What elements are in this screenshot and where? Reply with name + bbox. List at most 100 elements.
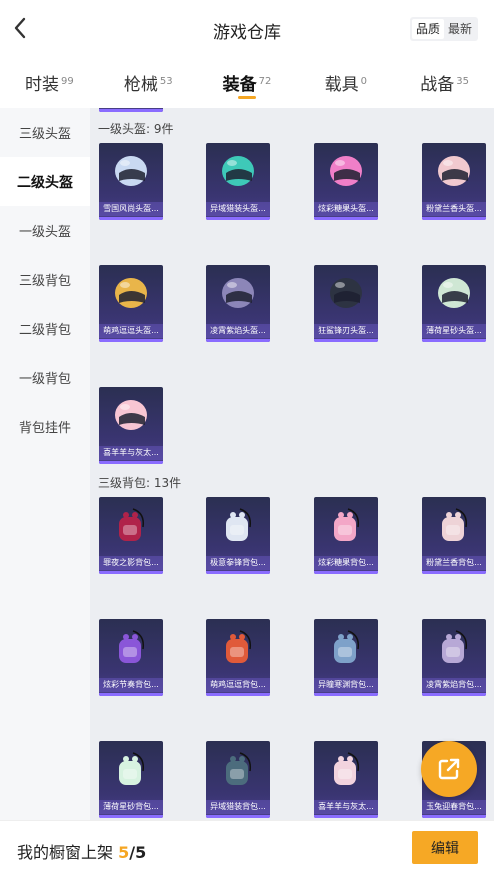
card-rarity-bar [314, 693, 378, 696]
item-name: 雪国风尚头盔... [99, 202, 163, 216]
item-card[interactable]: 凌霄紫焰头盔... [206, 265, 270, 342]
card-rarity-bar [206, 339, 270, 342]
card-rarity-bar [99, 693, 163, 696]
card-rarity-bar [99, 217, 163, 220]
card-rarity-bar [99, 461, 163, 464]
item-name: 玉兔迎春背包... [422, 800, 486, 814]
item-name: 薄荷星砂头盔... [422, 324, 486, 338]
sort-option-quality[interactable]: 品质 [411, 19, 444, 39]
item-name: 粉黛兰香头盔... [422, 202, 486, 216]
helmet-icon [222, 156, 254, 186]
helmet-icon [438, 156, 470, 186]
category-tabs: 时装 99 枪械 53 装备 72 载具 0 战备 35 [0, 60, 494, 106]
item-name: 异瞳寒渊背包... [314, 678, 378, 692]
sort-toggle: 品质 最新 [409, 17, 478, 41]
tab-label: 枪械 [123, 75, 158, 95]
card-rarity-bar [422, 339, 486, 342]
backpack-icon [334, 508, 360, 541]
item-name: 凌霄紫焰头盔... [206, 324, 270, 338]
backpack-icon [226, 508, 252, 541]
item-card[interactable]: 萌鸡逗逗背包... [206, 619, 270, 696]
item-name: 粉黛兰香背包... [422, 556, 486, 570]
card-rarity-bar [206, 693, 270, 696]
backpack-icon [334, 752, 360, 785]
item-card[interactable]: 喜羊羊与灰太... [314, 741, 378, 818]
card-rarity-bar [422, 571, 486, 574]
tab-label: 战备 [420, 75, 455, 95]
sidebar-item-level3-helmet[interactable]: 三级头盔 [0, 108, 90, 157]
item-name: 极意拳锋背包... [206, 556, 270, 570]
item-name: 炫彩节奏背包... [99, 678, 163, 692]
backpack-icon [119, 508, 145, 541]
tab-weapons[interactable]: 枪械 53 [99, 60, 198, 106]
card-rarity-bar [206, 815, 270, 818]
item-card[interactable]: 狂鲨锋刃头盔... [314, 265, 378, 342]
tab-count: 72 [258, 75, 272, 87]
sidebar-item-level1-helmet[interactable]: 一级头盔 [0, 206, 90, 255]
share-button[interactable] [421, 741, 477, 797]
card-rarity-bar [422, 217, 486, 220]
header: 游戏仓库 品质 最新 [0, 0, 494, 58]
backpack-icon [119, 752, 145, 785]
showcase-status: 我的橱窗上架 5/5 [17, 839, 146, 863]
sidebar-item-level3-backpack[interactable]: 三级背包 [0, 255, 90, 304]
item-card[interactable]: 雪国风尚头盔... [99, 143, 163, 220]
active-tab-indicator [237, 96, 256, 99]
item-card[interactable]: 炫彩糖果头盔... [314, 143, 378, 220]
helmet-icon [330, 278, 362, 308]
item-card[interactable]: 萌鸡逗逗头盔... [99, 265, 163, 342]
share-external-icon [438, 758, 460, 780]
backpack-icon [334, 630, 360, 663]
edit-button[interactable]: 编辑 [412, 831, 478, 864]
card-rarity-bar [99, 109, 163, 112]
item-name: 异域猎装头盔... [206, 202, 270, 216]
tab-vehicles[interactable]: 载具 0 [296, 60, 395, 106]
sidebar-item-level1-backpack[interactable]: 一级背包 [0, 353, 90, 402]
card-rarity-bar [314, 339, 378, 342]
tab-fashion[interactable]: 时装 99 [0, 60, 99, 106]
card-rarity-bar [314, 815, 378, 818]
backpack-icon [226, 752, 252, 785]
item-name: 罪夜之影背包... [99, 556, 163, 570]
item-card[interactable]: 炫彩糖果背包... [314, 497, 378, 574]
item-name: 喜羊羊与灰太... [314, 800, 378, 814]
helmet-icon [222, 278, 254, 308]
sidebar-item-level2-helmet[interactable]: 二级头盔 [0, 157, 90, 206]
card-rarity-bar [99, 571, 163, 574]
item-grid: 一级头盔: 9件 雪国风尚头盔... 异域猎装头盔... 炫彩糖果头盔... 粉黛兰香… [90, 108, 494, 820]
item-name: 萌鸡逗逗头盔... [99, 324, 163, 338]
showcase-label: 我的橱窗上架 [17, 843, 114, 862]
tab-label: 时装 [25, 75, 60, 95]
tab-equipment[interactable]: 装备 72 [198, 60, 297, 106]
sidebar-item-backpack-charm[interactable]: 背包挂件 [0, 402, 90, 451]
sidebar-item-level2-backpack[interactable]: 二级背包 [0, 304, 90, 353]
item-name: 薄荷星砂背包... [99, 800, 163, 814]
backpack-icon [442, 508, 468, 541]
item-card[interactable]: 异域猎装背包... [206, 741, 270, 818]
tab-count: 35 [456, 75, 469, 87]
item-card[interactable]: 粉黛兰香头盔... [422, 143, 486, 220]
item-card[interactable]: 凌霄紫焰背包... [422, 619, 486, 696]
tab-label: 载具 [324, 75, 359, 95]
item-card[interactable]: 薄荷星砂背包... [99, 741, 163, 818]
card-rarity-bar [314, 571, 378, 574]
helmet-icon [115, 278, 147, 308]
item-card[interactable]: 薄荷星砂头盔... [422, 265, 486, 342]
item-card[interactable]: 罪夜之影背包... [99, 497, 163, 574]
item-card[interactable]: 喜羊羊与灰太... [99, 387, 163, 464]
item-card[interactable]: 极意拳锋背包... [206, 497, 270, 574]
item-card[interactable]: 异域猎装头盔... [206, 143, 270, 220]
item-name: 异域猎装背包... [206, 800, 270, 814]
item-card-partial[interactable] [99, 108, 163, 112]
tab-label: 装备 [222, 75, 257, 95]
tab-count: 53 [159, 75, 173, 87]
item-card[interactable]: 粉黛兰香背包... [422, 497, 486, 574]
backpack-icon [119, 630, 145, 663]
tab-supplies[interactable]: 战备 35 [395, 60, 494, 106]
showcase-total: /5 [129, 843, 147, 862]
item-card[interactable]: 异瞳寒渊背包... [314, 619, 378, 696]
tab-count: 99 [61, 75, 74, 87]
card-rarity-bar [314, 217, 378, 220]
item-card[interactable]: 炫彩节奏背包... [99, 619, 163, 696]
sort-option-newest[interactable]: 最新 [444, 19, 476, 39]
